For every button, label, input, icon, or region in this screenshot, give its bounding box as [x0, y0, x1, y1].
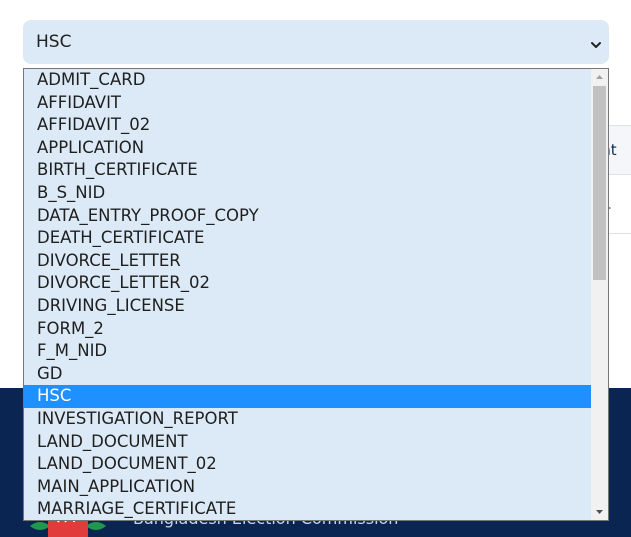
dropdown-option[interactable]: MAIN_APPLICATION	[24, 476, 592, 499]
dropdown-option[interactable]: DIVORCE_LETTER	[24, 250, 592, 273]
select-current-value: HSC	[36, 32, 72, 52]
dropdown-scrollbar[interactable]	[591, 69, 608, 520]
dropdown-option[interactable]: AFFIDAVIT	[24, 92, 592, 115]
document-type-select[interactable]: HSC	[23, 20, 609, 64]
dropdown-option[interactable]: FORM_2	[24, 318, 592, 341]
dropdown-option[interactable]: BIRTH_CERTIFICATE	[24, 159, 592, 182]
dropdown-option[interactable]: F_M_NID	[24, 340, 592, 363]
dropdown-option[interactable]: APPLICATION	[24, 137, 592, 160]
dropdown-option[interactable]: B_S_NID	[24, 182, 592, 205]
dropdown-option[interactable]: INVESTIGATION_REPORT	[24, 408, 592, 431]
dropdown-option[interactable]: DIVORCE_LETTER_02	[24, 272, 592, 295]
dropdown-option[interactable]: DATA_ENTRY_PROOF_COPY	[24, 205, 592, 228]
dropdown-option[interactable]: GD	[24, 363, 592, 386]
dropdown-option[interactable]: DRIVING_LICENSE	[24, 295, 592, 318]
dropdown-option[interactable]: ADMIT_CARD	[24, 69, 592, 92]
dropdown-option[interactable]: LAND_DOCUMENT	[24, 431, 592, 454]
options-container: ADMIT_CARD AFFIDAVIT AFFIDAVIT_02 APPLICATI…	[24, 69, 592, 520]
dropdown-option[interactable]: LAND_DOCUMENT_02	[24, 453, 592, 476]
dropdown-option[interactable]: HSC	[24, 385, 592, 408]
scroll-down-arrow-icon[interactable]	[591, 503, 608, 520]
document-type-options-list[interactable]: ADMIT_CARD AFFIDAVIT AFFIDAVIT_02 APPLICATI…	[23, 68, 609, 521]
scrollbar-thumb[interactable]	[593, 86, 606, 280]
dropdown-option[interactable]: MARRIAGE_CERTIFICATE	[24, 498, 592, 520]
scroll-up-arrow-icon[interactable]	[591, 69, 608, 86]
dropdown-option[interactable]: AFFIDAVIT_02	[24, 114, 592, 137]
dropdown-option[interactable]: DEATH_CERTIFICATE	[24, 227, 592, 250]
chevron-down-icon	[590, 36, 602, 48]
